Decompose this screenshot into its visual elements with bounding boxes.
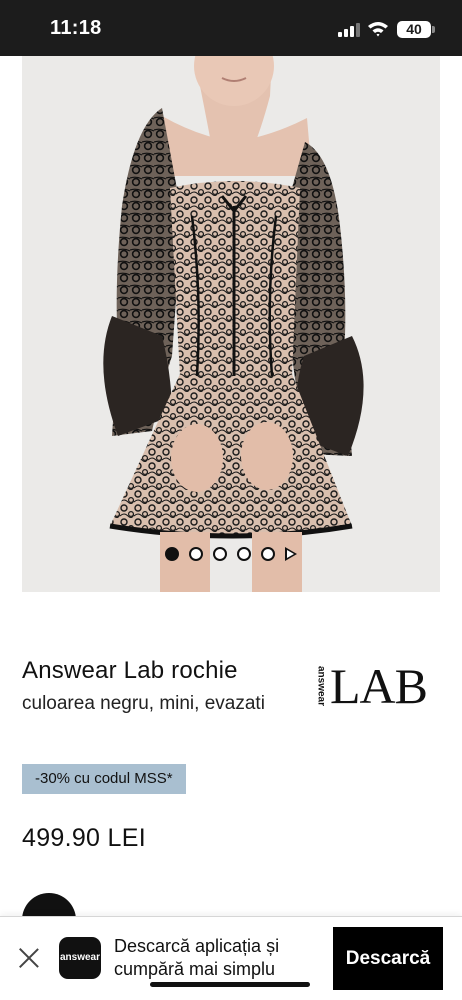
carousel-dot[interactable] xyxy=(165,547,179,561)
home-indicator xyxy=(150,982,310,987)
app-download-banner: answear Descarcă aplicația și cumpără ma… xyxy=(0,916,462,1000)
close-icon[interactable] xyxy=(16,945,42,971)
product-description: culoarea negru, mini, evazati xyxy=(22,693,265,714)
wifi-icon xyxy=(368,22,388,37)
brand-small-label: answear xyxy=(315,665,327,707)
carousel-dot[interactable] xyxy=(261,547,275,561)
promo-badge: -30% cu codul MSS* xyxy=(22,764,186,794)
app-icon: answear xyxy=(59,937,101,979)
carousel-dot[interactable] xyxy=(189,547,203,561)
download-app-button[interactable]: Descarcă xyxy=(333,927,443,990)
battery-tip xyxy=(432,26,435,33)
product-image[interactable] xyxy=(22,56,440,592)
carousel-dot[interactable] xyxy=(213,547,227,561)
product-title: Answear Lab rochie xyxy=(22,657,238,684)
play-video-icon[interactable] xyxy=(285,547,297,561)
status-bar: 11:18 40 xyxy=(0,0,462,56)
battery-icon: 40 xyxy=(397,21,431,38)
status-time: 11:18 xyxy=(50,17,102,39)
dress-illustration xyxy=(103,56,364,592)
signal-icon xyxy=(338,23,360,37)
carousel-dot[interactable] xyxy=(237,547,251,561)
banner-text: Descarcă aplicația și cumpără mai simplu xyxy=(114,936,280,979)
brand-logo[interactable]: LAB xyxy=(330,660,428,712)
product-price: 499.90 LEI xyxy=(22,824,146,852)
carousel-dots xyxy=(22,545,440,563)
brand-logo-small[interactable]: answear xyxy=(314,662,328,710)
